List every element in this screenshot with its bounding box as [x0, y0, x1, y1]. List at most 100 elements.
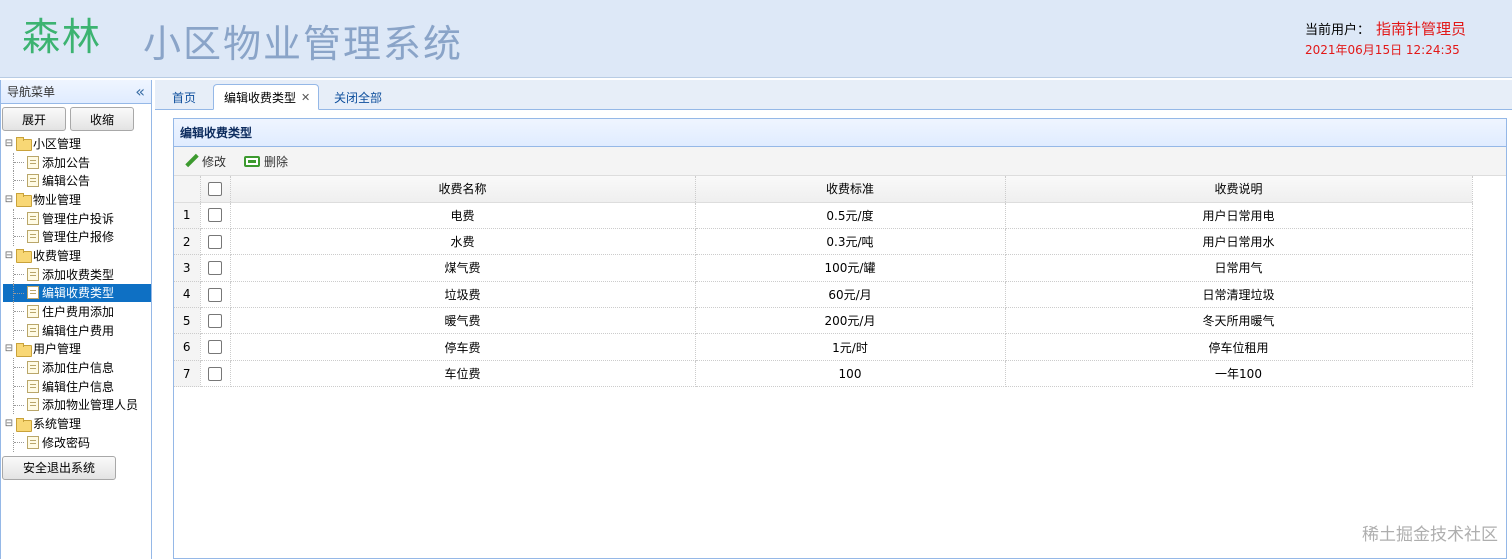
- main-area: 首页 编辑收费类型 ✕ 关闭全部 编辑收费类型 修改 删除 收费名称 收费标准 …: [155, 80, 1512, 559]
- table-header-row: 收费名称 收费标准 收费说明: [174, 176, 1473, 203]
- page-icon: [27, 211, 39, 225]
- table-row[interactable]: 6 停车费 1元/时 停车位租用: [174, 333, 1473, 361]
- row-checkbox[interactable]: [208, 340, 222, 355]
- tree-item-label: 编辑公告: [42, 174, 91, 189]
- table-row[interactable]: 5 暖气费 200元/月 冬天所用暖气: [174, 307, 1473, 335]
- tree-item-label: 编辑住户费用: [42, 323, 115, 338]
- fee-description-cell: 日常用气: [1005, 254, 1473, 282]
- tree-group-label: 系统管理: [33, 417, 82, 432]
- row-number: 5: [174, 307, 201, 335]
- tree-group-3[interactable]: ⊟ 用户管理: [3, 340, 151, 359]
- select-all-checkbox[interactable]: [208, 182, 222, 196]
- panel-title: 编辑收费类型: [174, 119, 1506, 147]
- page-icon: [27, 435, 39, 449]
- tree-group-0[interactable]: ⊟ 小区管理: [3, 134, 151, 153]
- pencil-icon: [184, 154, 198, 168]
- tree-item[interactable]: 添加收费类型: [3, 264, 151, 284]
- tab-bar: 首页 编辑收费类型 ✕ 关闭全部: [155, 80, 1512, 110]
- delete-button-label: 删除: [264, 154, 289, 169]
- row-select-cell: [200, 228, 231, 256]
- folder-icon: [15, 417, 32, 432]
- tree-connector: [13, 227, 27, 247]
- column-header-name[interactable]: 收费名称: [230, 176, 696, 203]
- close-all-tabs[interactable]: 关闭全部: [334, 84, 382, 110]
- fee-description-cell: 冬天所用暖气: [1005, 307, 1473, 335]
- fee-name-cell: 车位费: [230, 360, 696, 388]
- page-icon: [27, 398, 39, 412]
- expand-all-button[interactable]: 展开: [2, 107, 66, 131]
- row-checkbox[interactable]: [208, 234, 222, 249]
- system-title: 小区物业管理系统: [143, 22, 464, 66]
- fee-description-cell: 一年100: [1005, 360, 1473, 388]
- logout-button[interactable]: 安全退出系统: [2, 455, 116, 480]
- table-row[interactable]: 4 垃圾费 60元/月 日常清理垃圾: [174, 281, 1473, 309]
- table-row[interactable]: 3 煤气费 100元/罐 日常用气: [174, 254, 1473, 282]
- collapse-sidebar-icon[interactable]: «: [135, 82, 145, 101]
- tree-item-label: 编辑住户信息: [42, 379, 115, 394]
- tree-group-1[interactable]: ⊟ 物业管理: [3, 190, 151, 209]
- row-select-cell: [200, 360, 231, 388]
- column-header-description[interactable]: 收费说明: [1005, 176, 1473, 203]
- tree-connector: [13, 171, 27, 191]
- folder-icon: [15, 249, 32, 264]
- tree-item-label: 编辑收费类型: [42, 286, 115, 301]
- edit-button[interactable]: 修改: [184, 153, 226, 170]
- user-info: 当前用户： 指南针管理员 2021年06月15日 12:24:35: [1305, 18, 1466, 58]
- close-tab-icon[interactable]: ✕: [301, 91, 310, 104]
- tree-item[interactable]: 编辑住户信息: [3, 376, 151, 396]
- page-icon: [27, 323, 39, 337]
- table-row[interactable]: 2 水费 0.3元/吨 用户日常用水: [174, 228, 1473, 256]
- fee-type-table: 收费名称 收费标准 收费说明 1 电费 0.5元/度 用户日常用电 2 水费 0.3元/吨用…: [174, 176, 1473, 388]
- tree-item[interactable]: 添加物业管理人员: [3, 395, 151, 415]
- row-number: 7: [174, 360, 201, 388]
- tree-item[interactable]: 编辑住户费用: [3, 320, 151, 340]
- row-select-cell: [200, 202, 231, 229]
- current-user-name: 指南针管理员: [1376, 20, 1467, 38]
- select-all-cell: [200, 176, 231, 203]
- fee-name-cell: 电费: [230, 202, 696, 229]
- delete-button[interactable]: 删除: [244, 153, 288, 170]
- tree-toggle-icon[interactable]: ⊟: [3, 138, 15, 149]
- tree-item[interactable]: 添加住户信息: [3, 358, 151, 377]
- table-row[interactable]: 7 车位费 100 一年100: [174, 360, 1473, 388]
- tree-item[interactable]: 管理住户报修: [3, 227, 151, 247]
- row-checkbox[interactable]: [208, 261, 222, 276]
- tree-item-label: 管理住户报修: [42, 230, 115, 245]
- tree-item[interactable]: 住户费用添加: [3, 302, 151, 321]
- page-icon: [27, 174, 39, 188]
- column-header-standard[interactable]: 收费标准: [695, 176, 1006, 203]
- tree-item-label: 添加物业管理人员: [42, 398, 139, 413]
- table-row[interactable]: 1 电费 0.5元/度 用户日常用电: [174, 202, 1473, 229]
- row-number-header: [174, 176, 201, 203]
- tree-group-4[interactable]: ⊟ 系统管理: [3, 414, 151, 433]
- row-checkbox[interactable]: [208, 287, 222, 302]
- tree-item[interactable]: 编辑公告: [3, 171, 151, 191]
- fee-standard-cell: 0.5元/度: [695, 202, 1006, 229]
- tree-toggle-icon[interactable]: ⊟: [3, 343, 15, 354]
- row-checkbox[interactable]: [208, 314, 222, 328]
- tree-item-label: 管理住户投诉: [42, 211, 115, 226]
- tree-connector: [13, 302, 27, 321]
- tree-toggle-icon[interactable]: ⊟: [3, 418, 15, 429]
- tree-item[interactable]: 修改密码: [3, 433, 151, 452]
- tab-edit-fee-type[interactable]: 编辑收费类型 ✕: [213, 84, 320, 110]
- tree-toggle-icon[interactable]: ⊟: [3, 194, 15, 205]
- tree-group-label: 小区管理: [33, 136, 82, 151]
- tab-home[interactable]: 首页: [172, 84, 196, 110]
- page-icon: [27, 286, 39, 300]
- row-checkbox[interactable]: [208, 366, 222, 381]
- fee-standard-cell: 100元/罐: [695, 254, 1006, 282]
- fee-standard-cell: 60元/月: [695, 281, 1006, 309]
- tree-group-label: 用户管理: [33, 342, 82, 357]
- fee-description-cell: 日常清理垃圾: [1005, 281, 1473, 309]
- collapse-all-button[interactable]: 收缩: [70, 107, 134, 131]
- row-checkbox[interactable]: [208, 208, 222, 223]
- fee-type-panel: 编辑收费类型 修改 删除 收费名称 收费标准 收费说明 1 电费 0.5元/度 …: [173, 118, 1507, 559]
- tree-toggle-icon[interactable]: ⊟: [3, 250, 15, 261]
- tree-item[interactable]: 编辑收费类型: [3, 283, 151, 303]
- tree-item[interactable]: 管理住户投诉: [3, 208, 151, 228]
- tree-item[interactable]: 添加公告: [3, 152, 151, 172]
- row-number: 1: [174, 202, 201, 229]
- folder-icon: [15, 342, 32, 357]
- tree-group-2[interactable]: ⊟ 收费管理: [3, 246, 151, 265]
